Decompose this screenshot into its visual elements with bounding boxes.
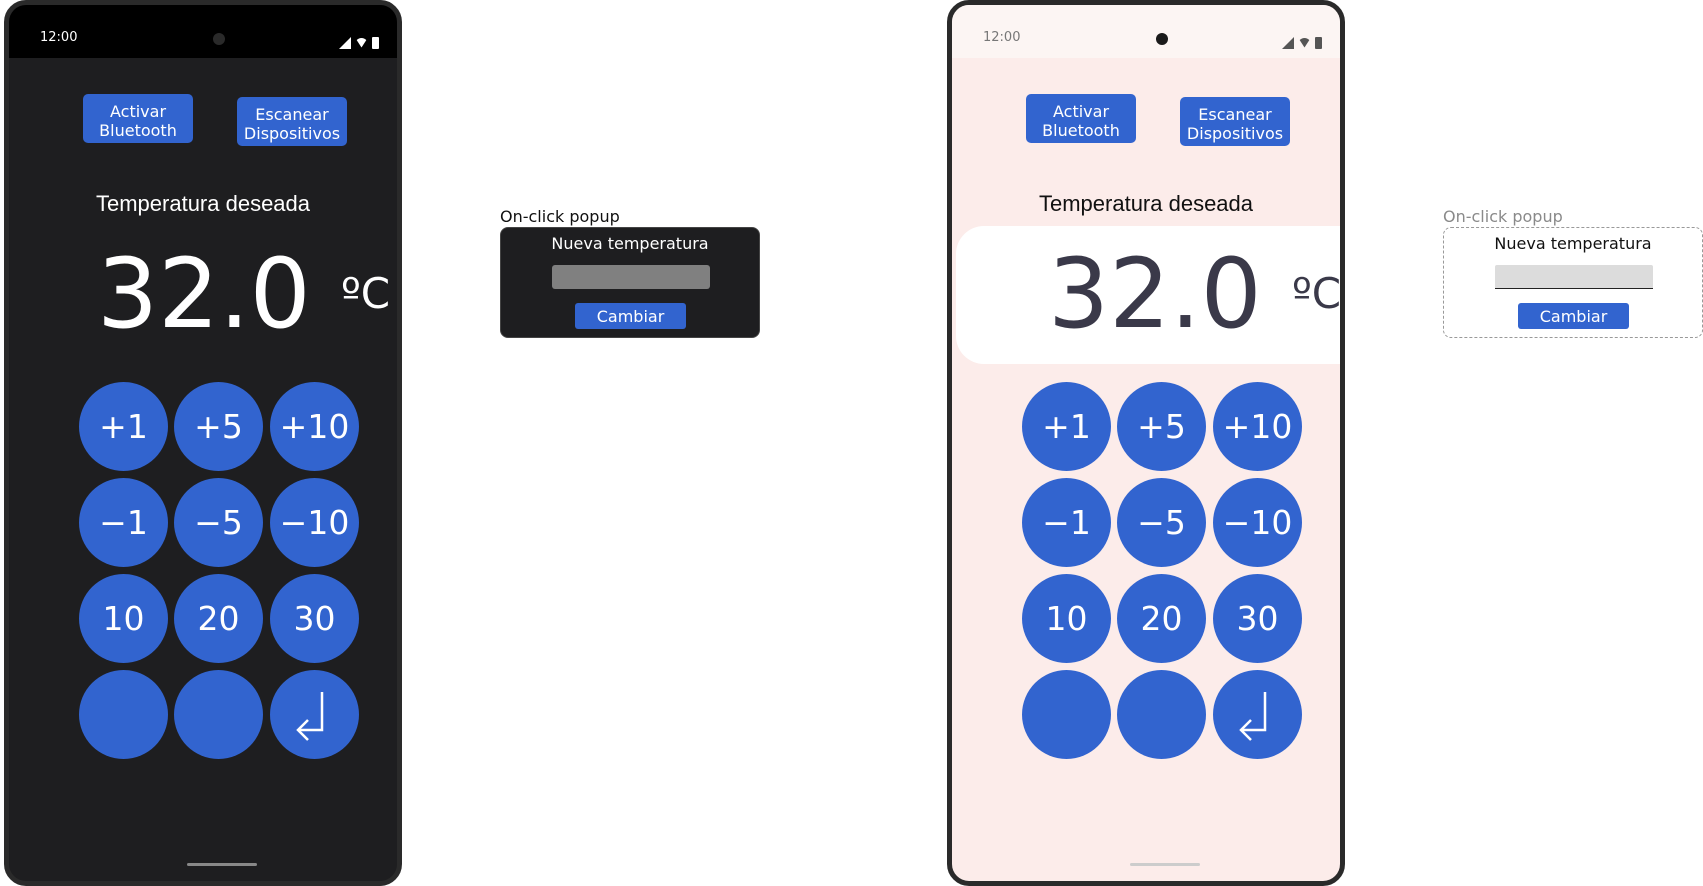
temperature-display[interactable]: 32.0 ºC	[9, 226, 397, 364]
status-bar: 12:00	[952, 5, 1340, 58]
enter-return-icon	[296, 692, 324, 741]
button-label-line2: Bluetooth	[99, 120, 177, 140]
temperature-display[interactable]: 32.0 ºC	[956, 226, 1342, 364]
status-bar: 12:00	[9, 5, 397, 58]
button-label-line2: Dispositivos	[1186, 123, 1284, 143]
key-minus-5[interactable]: −5	[1117, 478, 1206, 567]
wifi-icon	[1298, 37, 1311, 48]
button-label-line1: Escanear	[1198, 104, 1272, 124]
wifi-icon	[355, 37, 368, 48]
key-preset-20[interactable]: 20	[1117, 574, 1206, 663]
key-minus-5[interactable]: −5	[174, 478, 263, 567]
change-button[interactable]: Cambiar	[1518, 303, 1629, 329]
home-indicator[interactable]	[187, 863, 257, 866]
popup-title: Nueva temperatura	[551, 234, 709, 253]
button-label-line2: Bluetooth	[1042, 120, 1120, 140]
key-minus-1[interactable]: −1	[1022, 478, 1111, 567]
key-blank-2[interactable]	[174, 670, 263, 759]
key-blank-1[interactable]	[79, 670, 168, 759]
key-preset-10[interactable]: 10	[79, 574, 168, 663]
popup-title: Nueva temperatura	[1494, 234, 1652, 253]
new-temperature-input[interactable]	[1495, 265, 1653, 289]
key-plus-10[interactable]: +10	[1213, 382, 1302, 471]
key-minus-1[interactable]: −1	[79, 478, 168, 567]
popup-dark: Nueva temperatura Cambiar	[500, 227, 760, 338]
temperature-unit: ºC	[341, 269, 391, 318]
key-plus-5[interactable]: +5	[174, 382, 263, 471]
scan-devices-button[interactable]: Escanear Dispositivos	[1180, 97, 1290, 146]
key-minus-10[interactable]: −10	[270, 478, 359, 567]
change-button[interactable]: Cambiar	[575, 303, 686, 329]
key-plus-1[interactable]: +1	[79, 382, 168, 471]
camera-cutout	[213, 33, 225, 45]
button-label-line1: Activar	[1052, 101, 1110, 121]
home-indicator[interactable]	[1130, 863, 1200, 866]
button-label-line1: Activar	[109, 101, 167, 121]
temperature-value: 32.0	[97, 238, 311, 350]
battery-icon	[372, 36, 379, 49]
key-preset-30[interactable]: 30	[1213, 574, 1302, 663]
popup-light: Nueva temperatura Cambiar	[1443, 227, 1703, 338]
camera-cutout	[1156, 33, 1168, 45]
status-time: 12:00	[40, 30, 78, 45]
popup-caption: On-click popup	[1443, 207, 1563, 226]
key-preset-20[interactable]: 20	[174, 574, 263, 663]
phone-light-theme: 12:00 Activar Bluetooth Escanear Disposi…	[947, 0, 1345, 886]
enter-return-icon	[1239, 692, 1267, 741]
button-label-line2: Dispositivos	[243, 123, 341, 143]
status-icons	[339, 32, 383, 51]
temperature-value: 32.0	[1048, 238, 1262, 350]
popup-caption: On-click popup	[500, 207, 620, 226]
status-icons	[1282, 32, 1326, 51]
key-blank-2[interactable]	[1117, 670, 1206, 759]
temperature-title: Temperatura deseada	[95, 191, 311, 216]
key-plus-5[interactable]: +5	[1117, 382, 1206, 471]
signal-icon	[1282, 36, 1294, 49]
new-temperature-input[interactable]	[552, 265, 710, 289]
key-preset-10[interactable]: 10	[1022, 574, 1111, 663]
button-label-line1: Escanear	[255, 104, 329, 124]
key-plus-10[interactable]: +10	[270, 382, 359, 471]
key-blank-1[interactable]	[1022, 670, 1111, 759]
key-minus-10[interactable]: −10	[1213, 478, 1302, 567]
enter-key[interactable]	[270, 670, 359, 759]
status-time: 12:00	[983, 30, 1021, 45]
scan-devices-button[interactable]: Escanear Dispositivos	[237, 97, 347, 146]
activate-bluetooth-button[interactable]: Activar Bluetooth	[83, 94, 193, 143]
temperature-unit: ºC	[1292, 269, 1342, 318]
enter-key[interactable]	[1213, 670, 1302, 759]
signal-icon	[339, 36, 351, 49]
key-plus-1[interactable]: +1	[1022, 382, 1111, 471]
activate-bluetooth-button[interactable]: Activar Bluetooth	[1026, 94, 1136, 143]
phone-dark-theme: 12:00 Activar Bluetooth Escanear Disposi…	[4, 0, 402, 886]
temperature-title: Temperatura deseada	[1038, 191, 1254, 216]
key-preset-30[interactable]: 30	[270, 574, 359, 663]
battery-icon	[1315, 36, 1322, 49]
